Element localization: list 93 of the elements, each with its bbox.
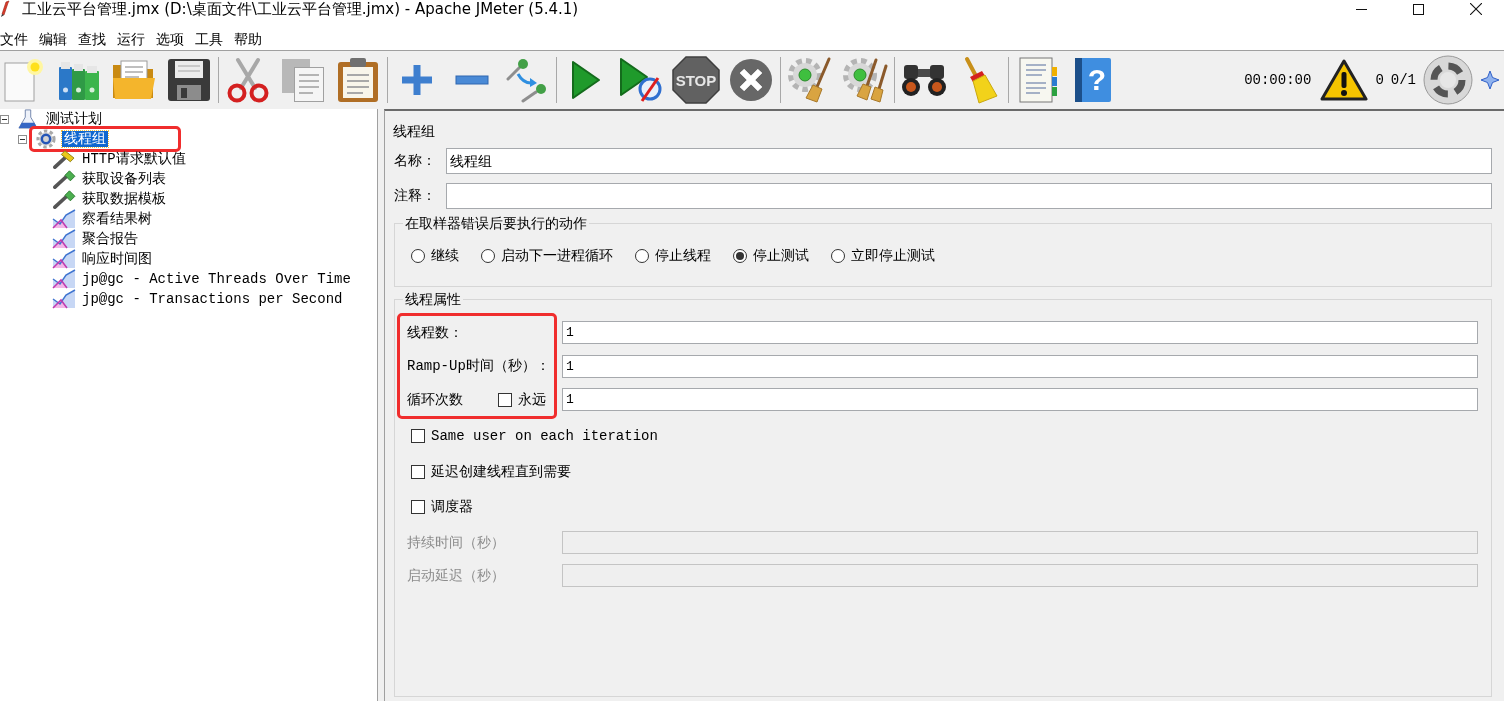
line-chart-icon: [52, 229, 76, 249]
menu-item[interactable]: 工具: [195, 29, 223, 50]
page-icon: [4, 58, 44, 102]
checkbox[interactable]: [411, 429, 425, 443]
tree-item[interactable]: jp@gc - Transactions per Second: [80, 291, 345, 307]
menu-item[interactable]: 帮助: [234, 29, 262, 50]
line-chart-icon: [52, 249, 76, 269]
number-field[interactable]: 1: [562, 388, 1478, 411]
name-field[interactable]: 线程组: [446, 148, 1492, 174]
checkbox[interactable]: [411, 464, 425, 479]
comment-field[interactable]: [446, 183, 1492, 209]
play-icon: [571, 60, 601, 100]
plus-icon: [401, 64, 433, 96]
number-field[interactable]: [562, 564, 1478, 587]
tree-item[interactable]: jp@gc - Active Threads Over Time: [80, 271, 353, 287]
menu-item[interactable]: 查找: [78, 29, 106, 50]
radio-label[interactable]: 停止线程: [655, 247, 711, 265]
copy-icon: [281, 58, 325, 102]
hammer-icon: [52, 149, 76, 169]
group-title: 在取样器错误后要执行的动作: [404, 214, 588, 233]
pen-icon: [0, 0, 10, 18]
maximize-icon: [1413, 3, 1424, 15]
radio-label[interactable]: 启动下一进程循环: [501, 247, 613, 265]
radio-button[interactable]: [481, 249, 495, 263]
menu-item[interactable]: 编辑: [39, 29, 67, 50]
radio-label[interactable]: 立即停止测试: [851, 247, 935, 265]
cross-circle-icon: [729, 58, 773, 102]
radio-button[interactable]: [635, 249, 649, 263]
tree-item[interactable]: 获取数据模板: [80, 191, 168, 207]
number-field[interactable]: [562, 531, 1478, 554]
pipette-icon: [52, 189, 76, 209]
field-label: 启动延迟（秒）: [407, 566, 506, 585]
checkbox-label[interactable]: 调度器: [431, 498, 473, 516]
tree-item[interactable]: 获取设备列表: [80, 171, 168, 187]
tree-item[interactable]: 聚合报告: [80, 231, 140, 247]
tree-item[interactable]: HTTP请求默认值: [80, 151, 188, 167]
radio-button[interactable]: [831, 249, 845, 263]
line-chart-icon: [52, 289, 76, 309]
radio-button[interactable]: [411, 249, 425, 263]
radio-button[interactable]: [733, 249, 747, 263]
checkbox-label[interactable]: Same user on each iteration: [431, 428, 658, 444]
close-icon: [1469, 3, 1482, 15]
pipettes-icon: [505, 57, 549, 103]
line-chart-icon: [52, 209, 76, 229]
thread-count: 0/1: [1390, 72, 1416, 88]
tree-item[interactable]: 响应时间图: [80, 251, 154, 267]
binoculars-icon: [900, 63, 948, 97]
clipboard-icon: [337, 57, 379, 103]
sparkle-icon[interactable]: [1480, 70, 1500, 90]
checkbox[interactable]: [411, 500, 425, 514]
field-label: Ramp-Up时间（秒）：: [407, 357, 550, 375]
checkbox-label[interactable]: 永远: [518, 390, 546, 409]
checkbox[interactable]: [498, 392, 512, 407]
radio-label[interactable]: 继续: [431, 247, 459, 265]
menu-item[interactable]: 运行: [117, 29, 145, 50]
tree-item[interactable]: 测试计划: [44, 111, 104, 127]
line-chart-icon: [52, 269, 76, 289]
open-folder-icon: [111, 60, 157, 100]
field-label: 持续时间（秒）: [407, 533, 506, 552]
field-label: 循环次数: [407, 390, 463, 409]
tree-item[interactable]: 线程组: [62, 131, 108, 147]
field-label: 注释：: [394, 187, 437, 205]
menu-item[interactable]: 选项: [156, 29, 184, 50]
checkbox-label[interactable]: 延迟创建线程直到需要: [431, 462, 571, 481]
ring-icon: [1423, 55, 1473, 105]
gear-broom-icon: [787, 57, 833, 103]
play-prohibited-icon: [619, 57, 663, 103]
notebook-icon: [1018, 57, 1058, 103]
group-title: 线程属性: [404, 290, 462, 309]
gear-icon: [36, 129, 56, 149]
menu-item[interactable]: 文件: [0, 29, 28, 50]
panel-title: 线程组: [393, 122, 436, 141]
number-field[interactable]: 1: [562, 354, 1478, 378]
field-label: 线程数：: [407, 323, 463, 342]
number-field[interactable]: 1: [562, 321, 1478, 344]
scissors-icon: [226, 57, 270, 103]
error-count: 0: [1375, 72, 1384, 88]
field-label: 名称：: [394, 152, 437, 170]
elapsed-time: 00:00:00: [1244, 72, 1312, 88]
minimize-icon: [1356, 8, 1367, 10]
expander-icon[interactable]: [0, 114, 9, 124]
radio-label[interactable]: 停止测试: [753, 247, 809, 265]
save-icon: [167, 58, 211, 102]
expander-icon[interactable]: [18, 134, 27, 144]
window-title: 工业云平台管理.jmx (D:\桌面文件\工业云平台管理.jmx) - Apache JMeter (5.4.1): [22, 0, 579, 18]
stop-sign-icon: [672, 56, 720, 104]
tree-item[interactable]: 察看结果树: [80, 211, 154, 227]
book-icon: [1074, 57, 1112, 103]
gear-brooms-icon: [842, 57, 888, 103]
clear-all-button[interactable]: [841, 55, 889, 105]
pipette-icon: [52, 169, 76, 189]
minus-icon: [455, 75, 489, 85]
warning-icon[interactable]: [1320, 59, 1369, 101]
